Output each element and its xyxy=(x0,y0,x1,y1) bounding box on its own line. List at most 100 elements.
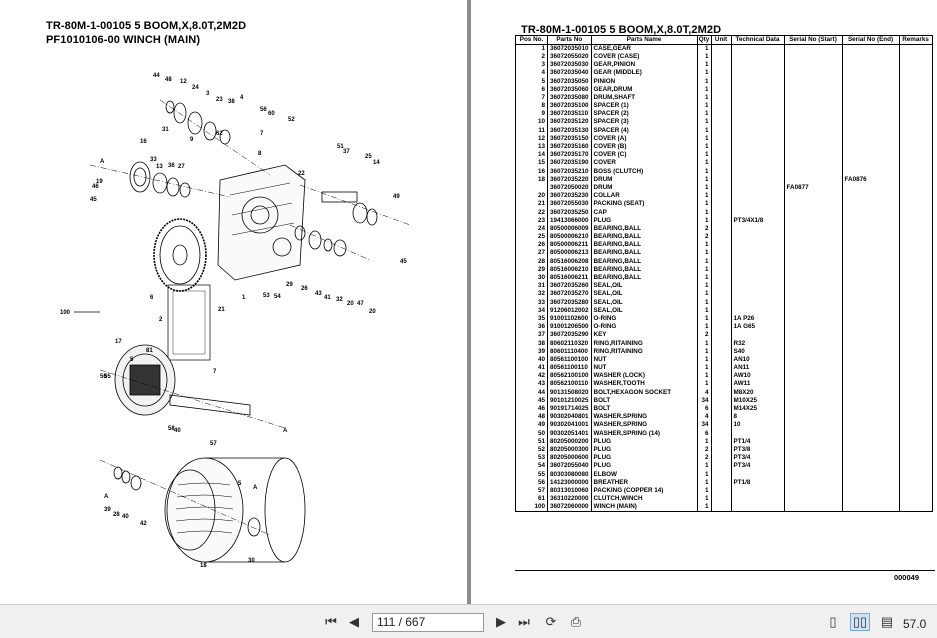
table-cell xyxy=(710,347,732,356)
table-cell xyxy=(730,249,785,258)
table-cell xyxy=(898,372,933,381)
table-cell: PT3/4X1/8 xyxy=(730,216,785,225)
table-cell xyxy=(898,232,933,241)
table-cell: 36072035280 xyxy=(547,298,592,307)
table-cell xyxy=(730,241,785,250)
rotate-page-icon[interactable]: ⟳ xyxy=(540,613,562,631)
table-cell: PLUG xyxy=(590,445,698,454)
table-cell xyxy=(710,355,732,364)
table-cell xyxy=(783,44,843,53)
zoom-level[interactable]: 57.0 xyxy=(903,617,926,631)
table-cell xyxy=(841,404,900,413)
table-cell xyxy=(898,126,933,135)
table-cell: SPACER (2) xyxy=(590,110,698,119)
table-cell xyxy=(710,191,732,201)
table-cell: SEAL,OIL xyxy=(590,306,698,315)
table-cell: 36072035150 xyxy=(547,134,592,143)
table-cell: 36072035230 xyxy=(547,191,592,201)
table-cell: PLUG xyxy=(590,453,698,463)
table-cell: 36072060000 xyxy=(547,503,592,512)
table-cell xyxy=(710,183,732,192)
svg-text:21: 21 xyxy=(218,307,225,313)
table-cell: PT3/8 xyxy=(730,445,785,454)
svg-text:18: 18 xyxy=(200,563,207,569)
table-cell xyxy=(783,372,843,381)
table-cell xyxy=(898,93,933,102)
table-cell xyxy=(898,191,933,201)
table-cell: 36072035130 xyxy=(547,126,592,135)
table-cell: 2 xyxy=(515,52,548,61)
table-cell: GEAR,PINION xyxy=(590,60,698,70)
table-cell xyxy=(710,314,732,323)
two-page-view-icon[interactable]: ▯▯ xyxy=(850,613,870,631)
table-cell xyxy=(730,298,785,307)
table-cell xyxy=(898,142,933,151)
next-page-icon[interactable]: ▶ xyxy=(492,613,510,631)
table-cell xyxy=(783,486,843,495)
table-cell xyxy=(898,462,933,471)
svg-text:23: 23 xyxy=(216,97,223,103)
table-cell: COVER (B) xyxy=(590,142,698,151)
table-cell: CAP xyxy=(590,208,698,217)
table-row: 30 80516006211 BEARING,BALL 1 xyxy=(515,273,933,282)
previous-page-icon[interactable]: ◀ xyxy=(345,613,363,631)
table-cell xyxy=(730,208,785,217)
left-page: TR-80M-1-00105 5 BOOM,X,8.0T,2M2D PF1010… xyxy=(0,0,467,604)
table-cell xyxy=(730,257,785,266)
single-page-view-icon[interactable]: ▯ xyxy=(824,613,842,631)
document-viewport[interactable]: TR-80M-1-00105 5 BOOM,X,8.0T,2M2D PF1010… xyxy=(0,0,937,604)
table-cell xyxy=(783,167,843,176)
table-cell xyxy=(730,69,785,78)
continuous-view-icon[interactable]: ▤ xyxy=(878,613,896,631)
table-cell xyxy=(783,355,843,364)
table-cell: 80516006211 xyxy=(547,273,592,282)
table-cell xyxy=(710,60,732,70)
svg-text:4: 4 xyxy=(240,95,244,101)
table-row: 21 36072055030 PACKING (SEAT) 1 xyxy=(515,200,933,209)
table-cell xyxy=(898,249,933,258)
svg-text:3: 3 xyxy=(206,91,210,97)
table-cell: 44 xyxy=(515,388,548,397)
table-cell xyxy=(730,494,785,503)
print-icon[interactable]: ⎙ xyxy=(566,613,586,631)
table-cell xyxy=(841,462,900,471)
table-row: 14 36072035170 COVER (C) 1 xyxy=(515,150,933,160)
table-cell xyxy=(710,486,732,495)
table-cell: 36072035030 xyxy=(547,60,592,70)
table-cell xyxy=(841,437,900,446)
table-cell: 2 xyxy=(696,445,712,454)
table-cell: 7 xyxy=(515,93,548,102)
table-cell xyxy=(841,232,900,241)
table-cell: 1 xyxy=(696,191,712,201)
svg-text:17: 17 xyxy=(115,339,122,345)
table-cell: 36072035050 xyxy=(547,77,592,86)
table-cell xyxy=(841,298,900,307)
table-row: 100 36072060000 WINCH (MAIN) 1 xyxy=(515,503,933,512)
last-page-icon[interactable]: ⏭ xyxy=(515,613,533,631)
table-cell xyxy=(783,437,843,446)
table-cell: 36072055020 xyxy=(547,52,592,61)
page-number-input[interactable]: 111 / 667 xyxy=(372,613,484,632)
table-cell xyxy=(841,44,900,53)
table-cell: 36072050020 xyxy=(547,183,592,192)
table-cell: SEAL,OIL xyxy=(590,281,698,291)
table-cell: KEY xyxy=(590,331,698,340)
table-cell: DRUM xyxy=(590,175,698,184)
table-cell xyxy=(898,134,933,143)
table-row: 15 36072035190 COVER 1 xyxy=(515,159,933,168)
table-cell xyxy=(898,437,933,446)
table-row: 22 36072035250 CAP 1 xyxy=(515,208,933,217)
first-page-icon[interactable]: ⏮ xyxy=(322,613,340,631)
table-cell xyxy=(730,142,785,151)
table-cell: 1 xyxy=(696,314,712,323)
table-cell: WASHER,SPRING xyxy=(590,421,698,430)
table-cell: 36072035010 xyxy=(547,44,592,53)
column-header: Pos No. xyxy=(515,35,548,45)
table-cell xyxy=(710,363,732,372)
svg-text:50: 50 xyxy=(100,374,107,380)
svg-text:7: 7 xyxy=(213,369,217,375)
table-row: 16 36072035210 BOSS (CLUTCH) 1 xyxy=(515,167,933,176)
table-cell: 36072035190 xyxy=(547,159,592,168)
table-cell xyxy=(730,150,785,160)
table-cell: 1 xyxy=(696,290,712,299)
